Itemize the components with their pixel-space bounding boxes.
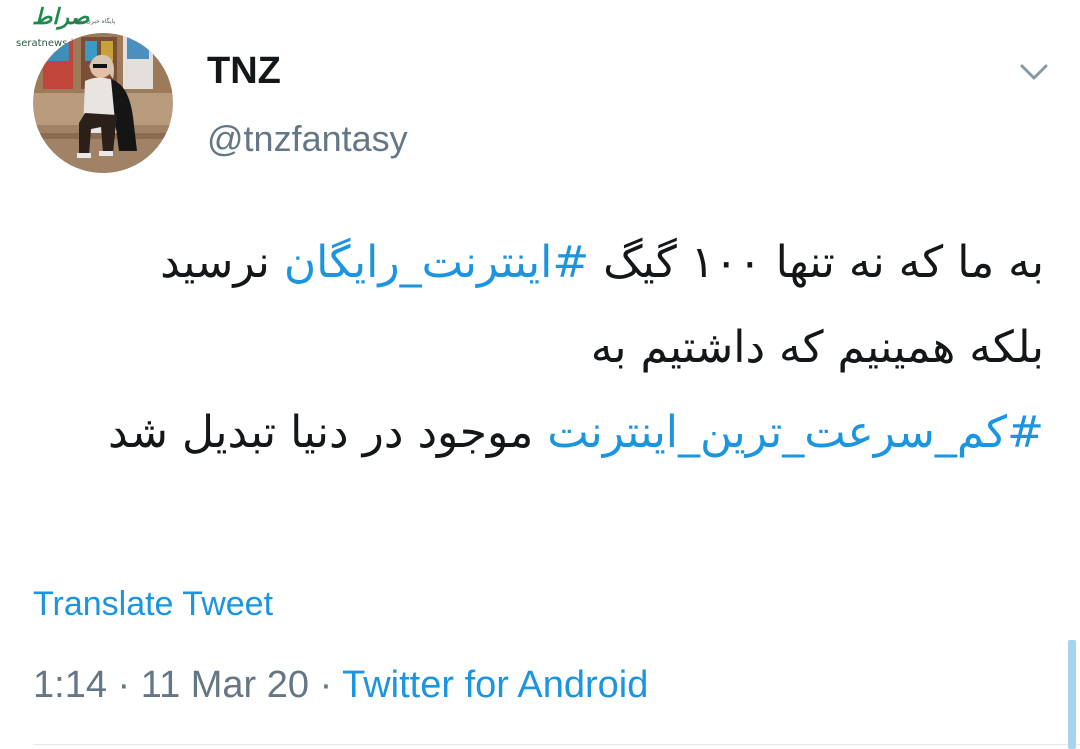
avatar-photo [33, 33, 173, 173]
watermark-subtitle: پایگاه خبری تحلیلی [68, 18, 116, 25]
meta-separator: · [106, 664, 141, 706]
divider [33, 744, 1080, 745]
tweet-text-part-3: موجود در دنیا تبدیل شد [108, 407, 548, 458]
hashtag-slowest-internet[interactable]: #کم_سرعت_ترین_اینترنت [547, 407, 1044, 458]
tweet-text-part-1: به ما که نه تنها ۱۰۰ گیگ [589, 237, 1044, 288]
tweet-card: صراط پایگاه خبری تحلیلی seratnews.ir TNZ… [0, 0, 1080, 749]
author-handle[interactable]: @tnzfantasy [207, 118, 408, 160]
meta-separator: · [309, 664, 343, 706]
translate-tweet-link[interactable]: Translate Tweet [33, 585, 273, 624]
avatar[interactable] [33, 33, 173, 173]
chevron-down-icon[interactable] [1016, 58, 1052, 86]
scrollbar[interactable] [1068, 640, 1076, 749]
tweet-time: 1:14 [33, 664, 107, 706]
tweet-date: 11 Mar 20 [140, 664, 310, 706]
tweet-source-link[interactable]: Twitter for Android [342, 664, 648, 706]
watermark-logo-text: صراط [32, 4, 90, 30]
tweet-meta: 1:14 · 11 Mar 20 · Twitter for Android [33, 664, 648, 707]
hashtag-free-internet[interactable]: #اینترنت_رایگان [284, 237, 589, 288]
tweet-text: به ما که نه تنها ۱۰۰ گیگ #اینترنت_رایگان… [104, 220, 1044, 475]
author-name[interactable]: TNZ [207, 50, 281, 93]
